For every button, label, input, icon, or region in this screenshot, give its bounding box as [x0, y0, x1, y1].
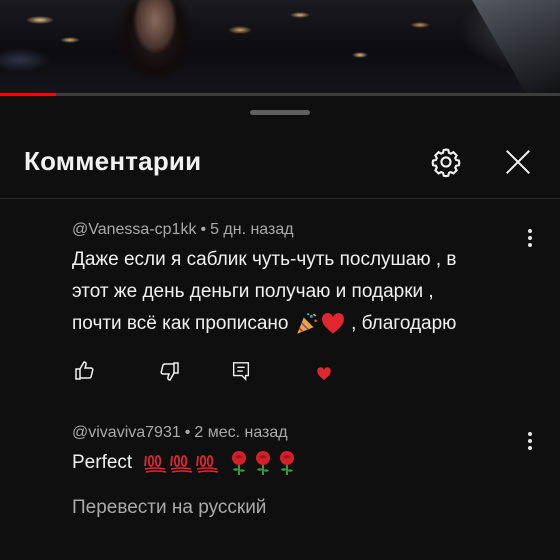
comment-line: этот же день деньги получаю и подарки , — [72, 281, 434, 302]
comment-line: Даже если я саблик чуть-чуть послушаю , … — [72, 249, 457, 270]
comment-line-emoji: почти всё как прописано , благодарю — [72, 308, 542, 340]
video-frame-person — [100, 0, 210, 95]
header-divider — [0, 198, 560, 199]
hundred-points-icon — [196, 455, 219, 473]
like-button[interactable] — [72, 358, 98, 384]
comment-author[interactable]: @Vanessa-cp1kk — [72, 221, 196, 238]
comment-text: Perfect — [72, 447, 542, 479]
close-icon — [506, 150, 530, 174]
more-options-button[interactable] — [518, 226, 542, 250]
emoji-row — [143, 450, 298, 475]
drag-handle[interactable] — [250, 110, 310, 115]
comment-time: 5 дн. назад — [210, 221, 294, 238]
creator-heart-icon — [317, 367, 331, 380]
close-button[interactable] — [498, 142, 538, 182]
more-options-button[interactable] — [518, 429, 542, 453]
party-popper-icon — [297, 313, 317, 334]
like-icon — [75, 361, 94, 380]
comment-time: 2 мес. назад — [194, 424, 288, 441]
dislike-icon — [160, 362, 179, 381]
gear-icon — [431, 148, 461, 178]
red-heart-icon — [321, 313, 344, 334]
reply-button[interactable] — [228, 358, 254, 384]
hundred-points-icon — [170, 455, 193, 473]
reply-icon — [232, 362, 250, 381]
video-frame-background — [0, 0, 560, 95]
comment-text: Даже если я саблик чуть-чуть послушаю , … — [72, 244, 542, 340]
comment-item: @vivaviva7931 • 2 мес. назад Perfect — [72, 423, 542, 479]
comments-header: Комментарии — [0, 136, 560, 188]
comments-panel: Комментарии @Vanessa-cp1kk • 5 дн. назад Д… — [0, 96, 560, 560]
meta-separator: • — [184, 424, 191, 441]
settings-button[interactable] — [426, 142, 466, 182]
rose-icon — [279, 450, 294, 475]
meta-separator: • — [200, 221, 207, 238]
comment-author[interactable]: @vivaviva7931 — [72, 424, 181, 441]
comment-meta: @Vanessa-cp1kk • 5 дн. назад — [72, 220, 542, 240]
rose-icon — [231, 450, 246, 475]
dislike-button[interactable] — [156, 358, 182, 384]
rose-icon — [255, 450, 270, 475]
translate-link[interactable]: Перевести на русский — [72, 497, 266, 519]
panel-title: Комментарии — [24, 146, 202, 176]
video-player[interactable] — [0, 0, 560, 95]
comment-meta: @vivaviva7931 • 2 мес. назад — [72, 423, 542, 443]
comment-item: @Vanessa-cp1kk • 5 дн. назад Даже если я с… — [72, 220, 542, 340]
hundred-points-icon — [144, 455, 167, 473]
